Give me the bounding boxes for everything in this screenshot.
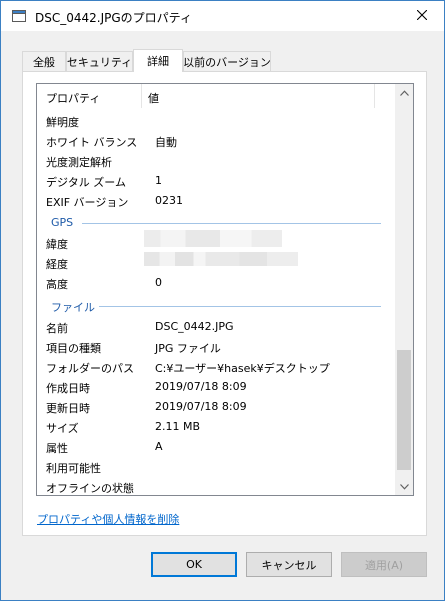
property-list[interactable]: プロパティ 値 鮮明度 ホワイト バランス 自動 光度測定解析 デジタル ズーム… [36,83,414,496]
vertical-scrollbar[interactable] [395,84,413,495]
property-name: オフラインの状態 [46,482,134,495]
property-name: サイズ [46,422,79,435]
remove-properties-link[interactable]: プロパティや個人情報を削除 [37,511,179,527]
property-value: C:¥ユーザー¥hasek¥デスクトップ [155,362,330,375]
property-name: 鮮明度 [46,116,79,129]
chevron-down-icon [399,480,409,493]
property-value: A [155,440,163,453]
group-divider [82,223,381,224]
property-value: 0231 [155,194,183,207]
property-name: EXIF バージョン [46,196,129,209]
column-header-value[interactable]: 値 [148,90,159,106]
property-name: 緯度 [46,238,68,251]
list-item[interactable]: 高度 0 [37,273,395,293]
property-name: デジタル ズーム [46,176,126,189]
list-item[interactable]: サイズ 2.11 MB [37,417,395,437]
list-item[interactable]: 名前 DSC_0442.JPG [37,317,395,337]
list-item[interactable]: 鮮明度 [37,111,395,131]
close-icon [416,9,428,23]
details-panel: プロパティ 値 鮮明度 ホワイト バランス 自動 光度測定解析 デジタル ズーム… [22,71,427,536]
list-item[interactable]: 属性 A [37,437,395,457]
redacted-longitude [144,252,298,266]
window-title: DSC_0442.JPGのプロパティ [35,11,192,25]
tab-label: 全般 [33,55,55,69]
tab-general[interactable]: 全般 [22,51,66,71]
list-item[interactable]: 作成日時 2019/07/18 8:09 [37,377,395,397]
ok-button[interactable]: OK [151,552,237,577]
scroll-up-button[interactable] [395,84,413,101]
property-name: 名前 [46,322,68,335]
scroll-down-button[interactable] [395,478,413,495]
property-value: 2019/07/18 8:09 [155,400,247,413]
group-divider [99,306,381,307]
tab-label: セキュリティ [66,55,133,69]
close-button[interactable] [400,1,444,31]
tab-label: 詳細 [147,55,169,68]
property-name: 項目の種類 [46,342,101,355]
property-value: 1 [155,174,162,187]
column-header-property[interactable]: プロパティ [46,90,100,106]
list-item[interactable]: 項目の種類 JPG ファイル [37,337,395,357]
list-item[interactable]: 更新日時 2019/07/18 8:09 [37,397,395,417]
tab-label: 以前のバージョン [183,55,271,69]
property-name: 利用可能性 [46,462,101,475]
column-divider[interactable] [374,84,375,108]
scrollbar-thumb[interactable] [397,350,411,470]
properties-dialog: DSC_0442.JPGのプロパティ 全般 セキュリティ 詳細 以前のバージョン… [0,0,445,601]
property-value: 0 [155,276,162,289]
property-name: 高度 [46,278,68,291]
tab-previous-versions[interactable]: 以前のバージョン [183,51,271,71]
property-value: 2019/07/18 8:09 [155,380,247,393]
property-name: フォルダーのパス [46,362,134,375]
button-label: OK [186,558,202,571]
list-item[interactable]: 光度測定解析 [37,151,395,171]
group-header-file[interactable]: ファイル [37,297,395,315]
chevron-up-icon [399,86,409,99]
tab-security[interactable]: セキュリティ [66,51,133,71]
button-label: 適用(A) [364,558,404,572]
list-item[interactable]: オフラインの状態 [37,477,395,495]
property-name: ホワイト バランス [46,136,138,149]
property-value: JPG ファイル [155,342,221,355]
list-item[interactable]: フォルダーのパス C:¥ユーザー¥hasek¥デスクトップ [37,357,395,377]
window-icon [12,10,26,22]
group-label: GPS [51,216,74,229]
list-header: プロパティ 値 [37,84,395,110]
button-label: キャンセル [261,558,317,572]
list-item[interactable]: デジタル ズーム 1 [37,171,395,191]
property-name: 更新日時 [46,402,90,415]
property-name: 光度測定解析 [46,156,112,169]
redacted-latitude [144,230,282,247]
list-item[interactable]: 利用可能性 [37,457,395,477]
property-name: 作成日時 [46,382,90,395]
property-value: DSC_0442.JPG [155,320,234,333]
property-value: 2.11 MB [155,420,201,433]
property-value: 自動 [155,136,177,149]
cancel-button[interactable]: キャンセル [246,552,332,577]
list-item[interactable]: ホワイト バランス 自動 [37,131,395,151]
apply-button[interactable]: 適用(A) [341,552,427,577]
column-divider[interactable] [141,84,142,108]
group-label: ファイル [51,301,95,314]
property-name: 属性 [46,442,68,455]
list-item[interactable]: EXIF バージョン 0231 [37,191,395,211]
property-name: 経度 [46,258,68,271]
title-bar: DSC_0442.JPGのプロパティ [1,1,444,31]
tab-details[interactable]: 詳細 [133,49,183,72]
